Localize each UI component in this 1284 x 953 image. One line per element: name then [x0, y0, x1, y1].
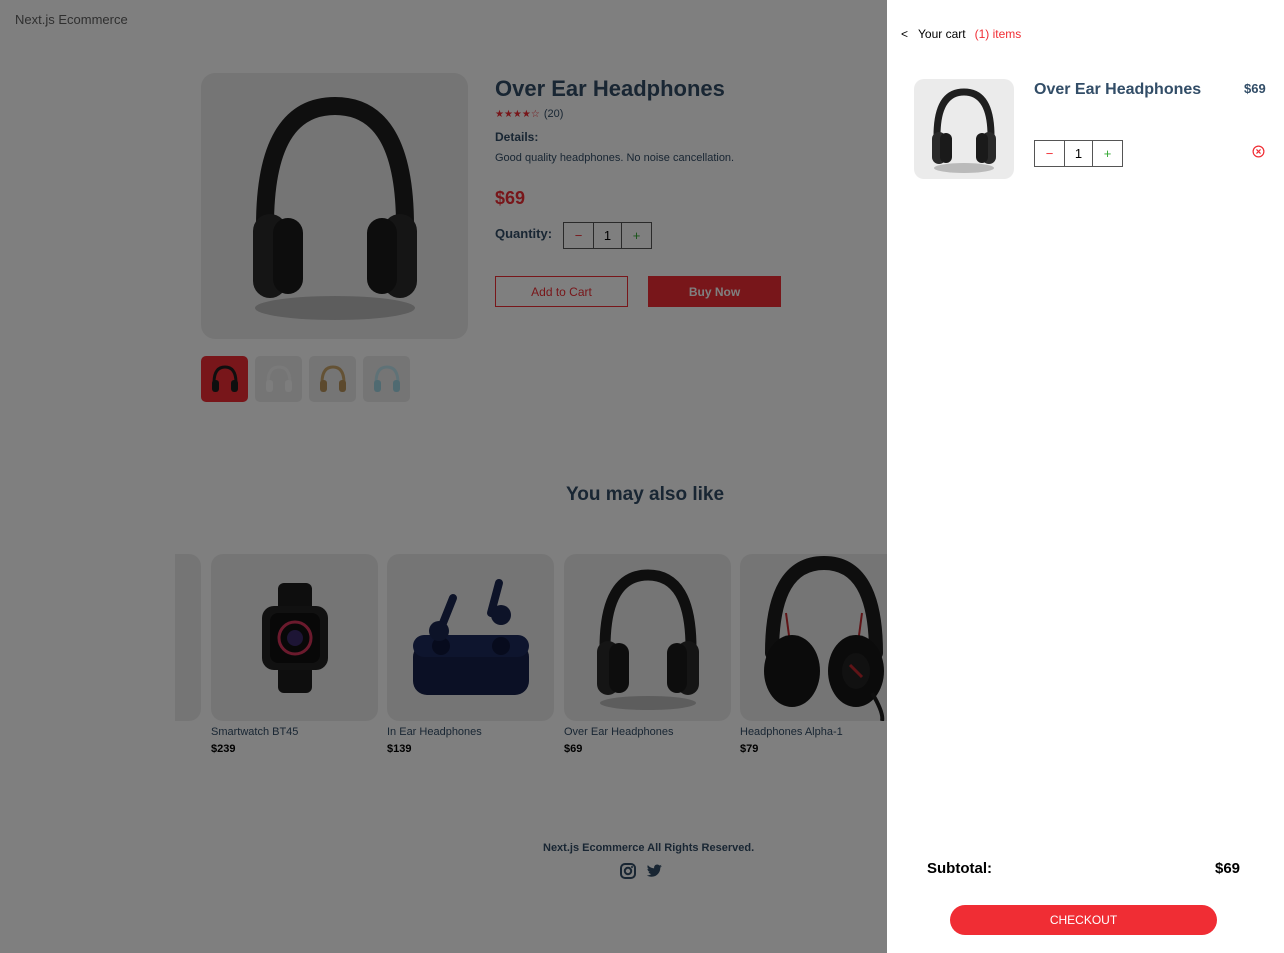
cart-item-title: Over Ear Headphones [1034, 81, 1202, 98]
cart-back-button[interactable]: < Your cart (1) items [901, 27, 1021, 41]
cart-quantity-value: 1 [1064, 141, 1093, 166]
checkout-button[interactable]: CHECKOUT [950, 905, 1217, 935]
cart-item-count: (1) items [974, 27, 1022, 41]
subtotal-label: Subtotal: [927, 860, 992, 877]
cart-item-image [914, 79, 1014, 179]
remove-item-button[interactable] [1252, 145, 1265, 163]
headphones-image [932, 88, 996, 173]
cart-heading: Your cart [918, 27, 966, 41]
cart-decrease-quantity-button[interactable]: − [1035, 141, 1064, 166]
cart-quantity-stepper: − 1 + [1034, 140, 1123, 167]
subtotal-value: $69 [1215, 860, 1241, 877]
remove-circle-icon [1252, 145, 1265, 158]
cart-panel: < Your cart (1) items Over Ear Headphone… [887, 0, 1284, 953]
cart-item-price: $69 [1244, 81, 1266, 96]
modal-backdrop[interactable] [0, 0, 887, 953]
chevron-left-icon: < [901, 27, 909, 41]
cart-increase-quantity-button[interactable]: + [1093, 141, 1122, 166]
